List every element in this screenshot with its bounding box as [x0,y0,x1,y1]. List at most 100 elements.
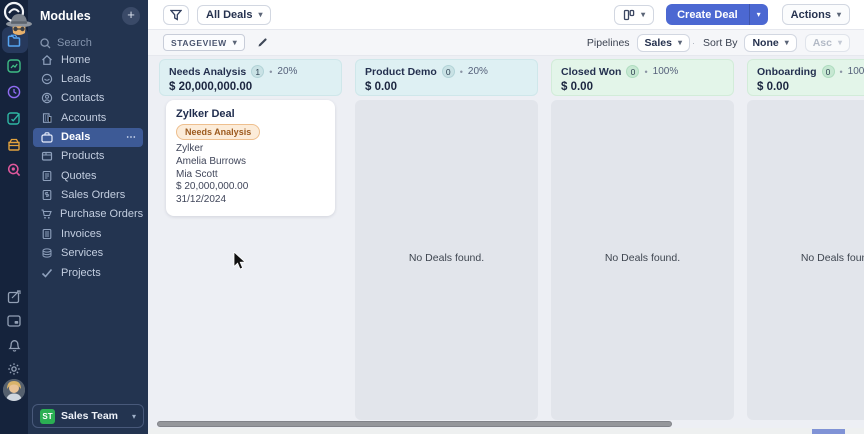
deals-icon [40,132,53,143]
sidebar-title: Modules [40,9,122,23]
stage-probability: 100% [653,66,679,77]
view-filter-value: All Deals [206,9,252,21]
column-header[interactable]: Onboarding 0 • 100% $ 0.00 [747,59,864,96]
sort-field-dropdown[interactable]: None ▾ [744,34,796,52]
deal-contact: Amelia Burrows [176,156,325,169]
tasks-edit-icon[interactable] [0,107,28,129]
stage-name: Onboarding [757,66,817,78]
kanban-view-icon [623,9,635,21]
projects-icon [40,268,53,278]
view-filter-dropdown[interactable]: All Deals ▾ [197,5,271,25]
settings-gear-icon[interactable] [0,358,28,380]
invoices-icon [40,228,53,240]
stage-amount: $ 0.00 [757,81,864,93]
sidebar-item-sales-orders[interactable]: Sales Orders [28,185,148,204]
sidebar-item-contacts[interactable]: Contacts [28,89,148,108]
sidebar-item-label: Purchase Orders [60,208,143,220]
deal-closing-date: 31/12/2024 [176,194,325,207]
services-icon [40,247,53,259]
stage-probability: 100% [848,66,864,77]
sidebar-item-leads[interactable]: Leads [28,69,148,88]
column-header[interactable]: Product Demo 0 • 20% $ 0.00 [355,59,538,96]
sidebar-item-label: Sales Orders [61,189,125,201]
leads-icon [40,73,53,85]
pipeline-value: Sales [645,37,672,49]
column-header[interactable]: Closed Won 0 • 100% $ 0.00 [551,59,734,96]
deal-account: Zylker [176,143,325,156]
sales-orders-icon [40,189,53,201]
chevron-down-icon: ▾ [258,10,262,19]
deal-count-badge: 0 [626,65,639,78]
stage-view-dropdown[interactable]: STAGEVIEW ▾ [163,34,245,51]
sidebar-item-accounts[interactable]: Accounts [28,108,148,127]
compose-note-icon[interactable] [0,286,28,308]
pipeline-dropdown[interactable]: Sales ▾ [637,34,690,52]
dot-separator: • [460,67,463,77]
crm-app-window: Modules + Search Home Leads Contacts Acc… [0,0,864,434]
chevron-down-icon: ▾ [838,38,842,47]
chevron-down-icon: ▾ [641,10,645,19]
bottom-widget-fragment [812,429,845,434]
stage-view-label: STAGEVIEW [171,38,227,48]
team-selector[interactable]: ST Sales Team ▾ [32,404,144,428]
sidebar-item-purchase-orders[interactable]: Purchase Orders [28,205,148,224]
stage-name: Closed Won [561,66,621,78]
dot-separator: • [840,67,843,77]
notifications-bell-icon[interactable] [0,334,28,356]
sort-value: None [752,37,778,49]
products-box-icon[interactable] [0,133,28,155]
accounts-icon [40,112,53,124]
stage-badge: Needs Analysis [176,124,260,140]
chevron-down-icon: ▾ [678,38,682,47]
sidebar-item-label: Leads [61,73,91,85]
board-view-dropdown[interactable]: ▾ [614,5,654,25]
sort-order-dropdown[interactable]: Asc ▾ [805,34,850,52]
sidebar-item-quotes[interactable]: Quotes [28,166,148,185]
dot-separator: • [269,67,272,77]
stage-column-onboarding: Onboarding 0 • 100% $ 0.00 No Deals foun… [747,59,864,420]
sidebar-item-projects[interactable]: Projects [28,263,148,282]
sidebar-item-products[interactable]: Products [28,147,148,166]
module-nav: Home Leads Contacts Accounts Deals ⋯ [28,50,148,282]
chevron-down-icon: ▾ [785,38,789,47]
stage-probability: 20% [277,66,297,77]
stage-amount: $ 20,000,000.00 [169,81,332,93]
team-name: Sales Team [61,410,126,422]
separator-dot: · [692,38,695,48]
edit-view-button[interactable] [257,37,268,48]
user-profile-avatar[interactable] [3,379,25,401]
sidebar-item-invoices[interactable]: Invoices [28,224,148,243]
stage-name: Product Demo [365,66,437,78]
sidebar-item-home[interactable]: Home [28,50,148,69]
add-module-button[interactable]: + [122,7,140,25]
create-deal-button[interactable]: Create Deal [666,4,749,25]
more-options-icon[interactable]: ⋯ [126,132,137,143]
create-deal-dropdown[interactable]: ▾ [749,4,768,25]
sidebar-item-label: Accounts [61,112,106,124]
toolbar: All Deals ▾ ▾ Create Deal ▾ Actions ▾ [148,0,864,30]
deal-count-badge: 0 [442,65,455,78]
column-header[interactable]: Needs Analysis 1 • 20% $ 20,000,000.00 [159,59,342,96]
sidebar-item-deals[interactable]: Deals ⋯ [33,128,143,147]
history-clock-icon[interactable] [0,81,28,103]
window-panel-icon[interactable] [0,310,28,332]
create-deal-split-button: Create Deal ▾ [666,4,768,25]
filter-button[interactable] [163,5,189,25]
deal-title[interactable]: Zylker Deal [176,108,325,120]
stage-column-product-demo: Product Demo 0 • 20% $ 0.00 No Deals fou… [355,59,538,420]
incognito-avatar-icon [4,11,34,43]
modules-sidebar: Modules + Search Home Leads Contacts Acc… [28,0,148,434]
analytics-icon[interactable] [0,55,28,77]
column-body: No Deals found. [355,100,538,420]
deal-count-badge: 0 [822,65,835,78]
deal-card[interactable]: Zylker Deal Needs Analysis Zylker Amelia… [166,100,335,216]
deal-amount: $ 20,000,000.00 [176,181,325,194]
zia-search-icon[interactable] [0,159,28,181]
stage-amount: $ 0.00 [365,81,528,93]
empty-state-text: No Deals found. [605,252,680,264]
horizontal-scrollbar[interactable] [157,421,672,427]
sidebar-item-services[interactable]: Services [28,244,148,263]
actions-dropdown[interactable]: Actions ▾ [782,4,850,25]
view-controls-bar: STAGEVIEW ▾ Pipelines Sales ▾ · Sort By … [148,30,864,56]
products-icon [40,150,53,162]
